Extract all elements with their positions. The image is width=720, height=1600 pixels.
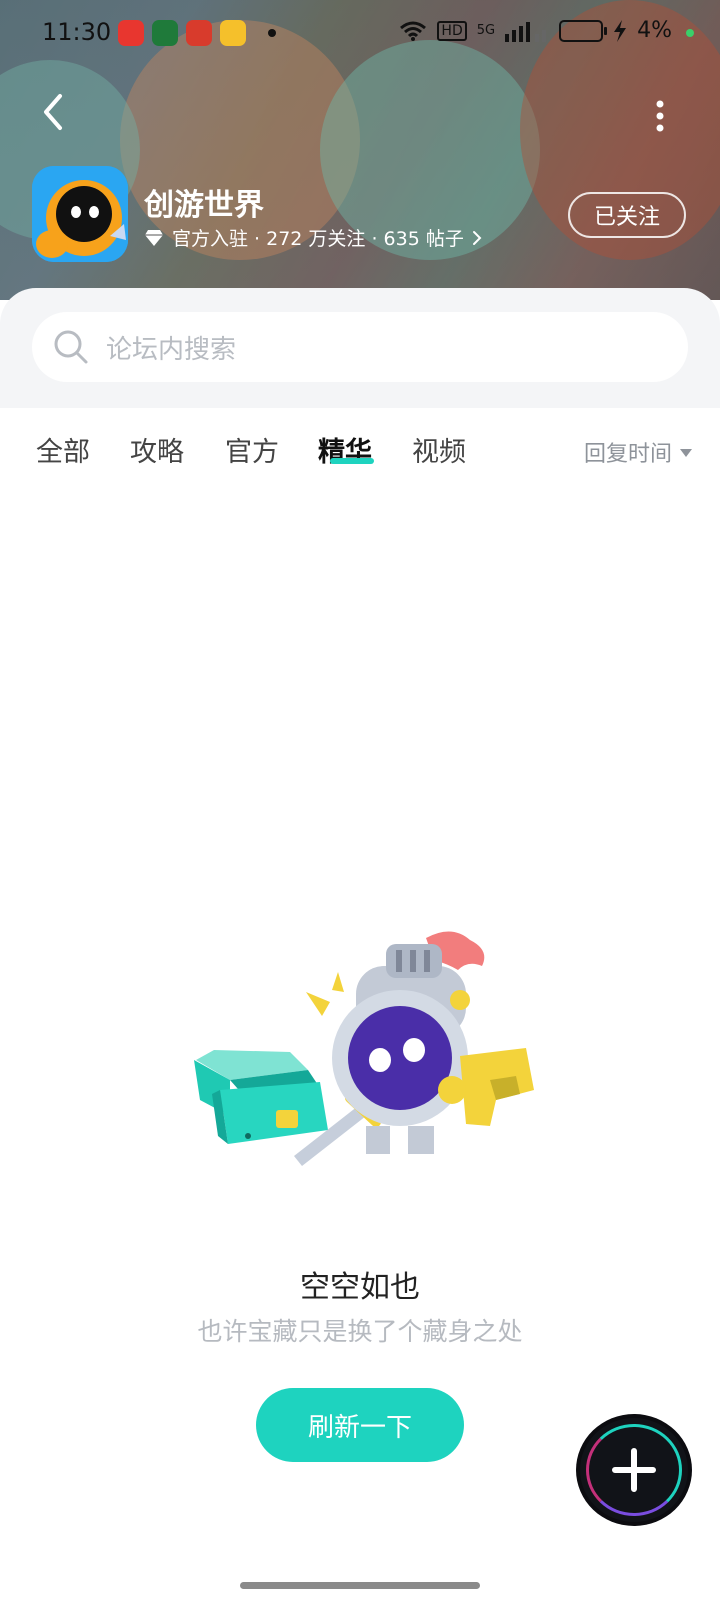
privacy-indicator-dot [686, 29, 694, 37]
knight-character-icon [332, 931, 534, 1154]
create-post-button[interactable] [580, 1418, 688, 1522]
search-input[interactable]: 论坛内搜索 [32, 312, 688, 382]
battery-percentage: 4% [637, 18, 672, 43]
more-options-icon[interactable] [650, 96, 670, 136]
status-bar: 11:30 HD 5G 4% [0, 0, 720, 64]
tab-official[interactable]: 官方 [225, 430, 279, 469]
signal-icon [505, 21, 547, 42]
back-icon[interactable] [34, 92, 74, 132]
forum-app-icon[interactable] [32, 166, 128, 262]
notification-app-icon [220, 20, 246, 46]
search-area: 论坛内搜索 [0, 288, 720, 408]
notification-app-icon [186, 20, 212, 46]
forum-header-banner: 11:30 HD 5G 4% 创游世界 官方入驻 · 272 万关注 · 635… [0, 0, 720, 300]
diamond-verified-icon [145, 229, 163, 246]
refresh-button[interactable]: 刷新一下 [256, 1388, 464, 1462]
forum-stats: 官方入驻 · 272 万关注 · 635 帖子 [172, 228, 464, 250]
notification-app-icon [118, 20, 144, 46]
plus-icon [612, 1448, 656, 1492]
chevron-right-icon [472, 230, 482, 245]
empty-state-illustration [194, 931, 534, 1166]
status-indicators: HD 5G 4% [399, 18, 672, 43]
charging-icon [614, 19, 627, 42]
network-label: 5G [476, 23, 496, 38]
empty-state-subtitle: 也许宝藏只是换了个藏身之处 [197, 1317, 523, 1346]
caret-down-icon [680, 449, 692, 457]
tab-guides[interactable]: 攻略 [130, 430, 184, 469]
active-tab-indicator [330, 458, 374, 464]
tab-video[interactable]: 视频 [412, 430, 466, 469]
more-notifications-dot [268, 29, 276, 37]
follow-button[interactable]: 已关注 [568, 192, 686, 238]
tab-bar: 全部 攻略 官方 精华 视频 回复时间 [0, 408, 720, 488]
sort-label: 回复时间 [583, 442, 672, 467]
forum-meta[interactable]: 官方入驻 · 272 万关注 · 635 帖子 [144, 224, 482, 251]
forum-title: 创游世界 [144, 188, 264, 223]
hd-icon: HD [437, 20, 467, 41]
status-time: 11:30 [42, 18, 112, 46]
game-logo-icon [32, 166, 128, 262]
search-icon [54, 330, 88, 364]
treasure-chest-icon [194, 1050, 328, 1144]
empty-state-title: 空空如也 [300, 1270, 420, 1305]
sort-dropdown[interactable]: 回复时间 [584, 436, 692, 468]
battery-icon [559, 19, 608, 42]
search-placeholder: 论坛内搜索 [106, 334, 237, 365]
notification-app-icon [152, 20, 178, 46]
tab-all[interactable]: 全部 [36, 430, 90, 469]
wifi-icon [400, 21, 427, 41]
home-indicator[interactable] [240, 1582, 480, 1589]
